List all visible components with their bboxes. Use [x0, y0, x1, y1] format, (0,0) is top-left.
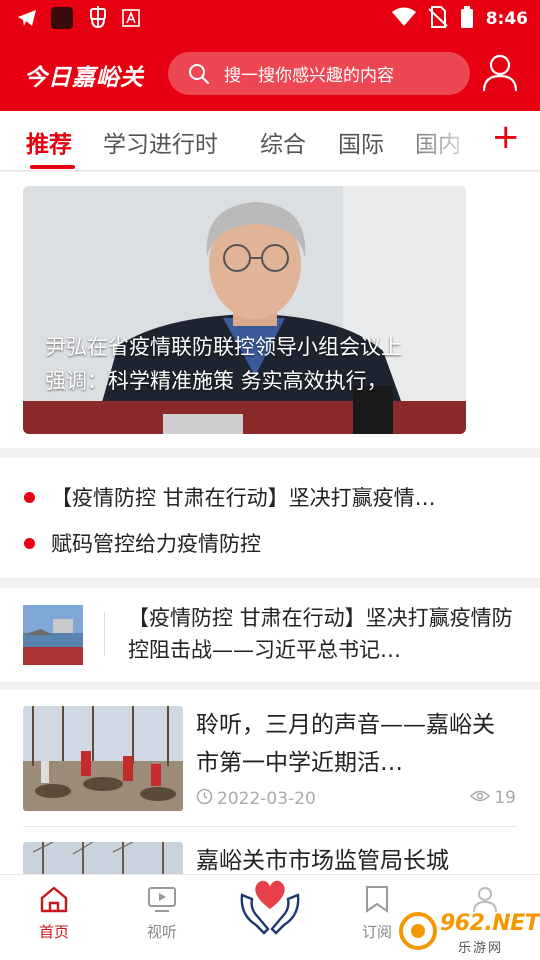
article-list: 聆听，三月的声音——嘉峪关市第一中学近期活… 2022-03-20 19 嘉峪关… — [0, 690, 540, 902]
news-row[interactable]: 【疫情防控 甘肃在行动】坚决打赢疫情防控阻击战——习近平总书记… — [0, 588, 540, 682]
search-placeholder: 搜一搜你感兴趣的内容 — [224, 66, 394, 86]
bug-icon — [86, 6, 110, 34]
search-icon — [188, 63, 210, 85]
tab-study[interactable]: 学习进行时 — [103, 125, 218, 159]
app-screen: 8:46 今日嘉峪关 搜一搜你感兴趣的内容 推荐 学习进行时 综合 国际 国内 … — [0, 0, 540, 960]
app-icon — [50, 6, 74, 34]
banner-section: 尹弘在省疫情联防联控领导小组会议上 强调：科学精准施策 务实高效执行， — [0, 172, 540, 448]
no-sim-icon — [428, 6, 448, 32]
list-item[interactable]: 赋码管控给力疫情防控 — [24, 528, 261, 558]
active-tab-indicator — [30, 165, 75, 169]
wifi-icon — [391, 7, 416, 31]
search-bar[interactable]: 搜一搜你感兴趣的内容 — [168, 52, 470, 95]
banner-caption-line2: 强调：科学精准施策 务实高效执行， — [45, 369, 388, 393]
telegram-icon — [16, 7, 38, 33]
clock-icon — [196, 788, 213, 810]
list-item[interactable]: 【疫情防控 甘肃在行动】坚决打赢疫情… — [24, 482, 436, 512]
battery-icon — [460, 6, 474, 32]
status-time: 8:46 — [485, 9, 528, 29]
headline-list: 【疫情防控 甘肃在行动】坚决打赢疫情… 赋码管控给力疫情防控 — [0, 458, 540, 578]
tab-general[interactable]: 综合 — [260, 125, 306, 159]
tab-recommend[interactable]: 推荐 — [26, 125, 72, 159]
add-channel-button[interactable]: + — [492, 117, 521, 157]
eye-icon — [470, 788, 491, 808]
article-date-text: 2022-03-20 — [217, 789, 316, 809]
home-icon — [39, 886, 69, 917]
letter-a-icon — [122, 9, 140, 31]
nav-home-label: 首页 — [38, 923, 69, 941]
article-thumbnail[interactable] — [23, 706, 183, 811]
heart-hands-icon — [236, 880, 304, 941]
app-logo: 今日嘉峪关 — [24, 64, 144, 91]
banner-caption: 尹弘在省疫情联防联控领导小组会议上 强调：科学精准施策 务实高效执行， — [45, 330, 466, 398]
video-icon — [147, 887, 177, 917]
nav-video-label: 视听 — [146, 923, 177, 941]
tab-fade — [395, 111, 485, 169]
nav-center[interactable] — [236, 873, 304, 937]
site-watermark: 962.NET 乐游网 — [396, 911, 540, 956]
bookmark-icon — [362, 886, 392, 917]
banner-card[interactable]: 尹弘在省疫情联防联控领导小组会议上 强调：科学精准施策 务实高效执行， — [23, 186, 466, 434]
app-header: 今日嘉峪关 搜一搜你感兴趣的内容 — [0, 36, 540, 111]
nav-home[interactable]: 首页 — [19, 885, 89, 942]
bottom-nav: 首页 视听 订阅 962.NET 乐游网 — [0, 874, 540, 960]
tab-international[interactable]: 国际 — [338, 125, 384, 159]
headline-text: 【疫情防控 甘肃在行动】坚决打赢疫情… — [51, 486, 436, 510]
article-divider — [23, 826, 517, 827]
user-profile-icon[interactable] — [482, 54, 518, 92]
banner-caption-line1: 尹弘在省疫情联防联控领导小组会议上 — [45, 335, 402, 359]
status-bar: 8:46 — [0, 0, 540, 36]
watermark-sub: 乐游网 — [458, 941, 504, 956]
news-thumbnail — [23, 605, 83, 665]
headline-text: 赋码管控给力疫情防控 — [51, 532, 261, 556]
category-tabs: 推荐 学习进行时 综合 国际 国内 + — [0, 111, 540, 171]
bullet-dot — [24, 491, 35, 503]
news-title: 【疫情防控 甘肃在行动】坚决打赢疫情防控阻击战——习近平总书记… — [128, 606, 513, 662]
bullet-dot — [24, 537, 35, 549]
nav-video[interactable]: 视听 — [127, 885, 197, 942]
article-views: 19 — [470, 788, 516, 808]
article-views-count: 19 — [494, 788, 516, 808]
article-title[interactable]: 聆听，三月的声音——嘉峪关市第一中学近期活… — [196, 706, 506, 782]
article-date: 2022-03-20 — [196, 788, 316, 810]
row-divider — [104, 612, 105, 656]
watermark-logo-icon — [398, 911, 438, 955]
watermark-brand: 962.NET — [440, 911, 540, 936]
